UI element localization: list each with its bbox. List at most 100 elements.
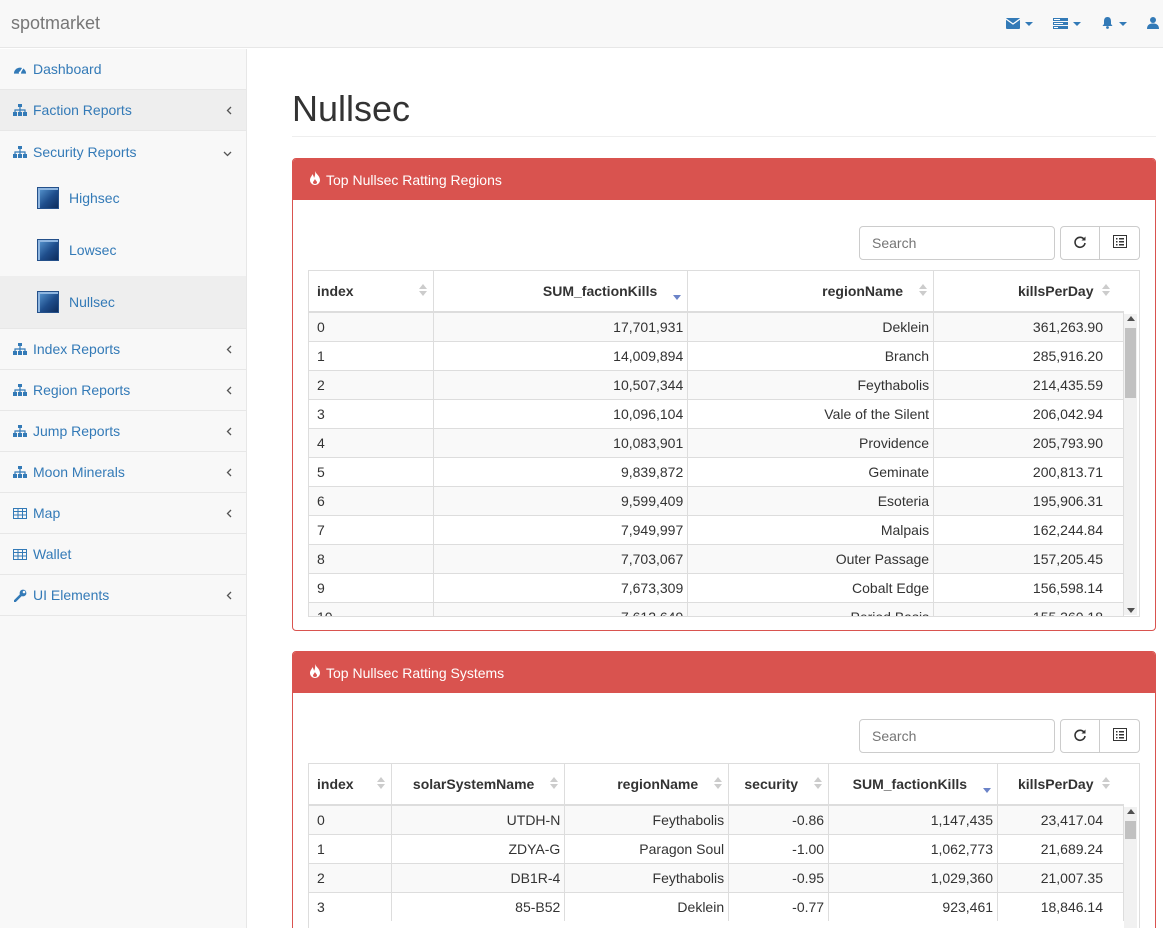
refresh-button[interactable]: [1060, 226, 1100, 260]
column-header-region-name[interactable]: regionName: [687, 271, 935, 313]
chevron-down-icon: [1119, 22, 1127, 26]
table-cell: Branch: [687, 340, 935, 370]
table-row[interactable]: 1 ZDYA-G Paragon Soul -1.00 1,062,773 21,689.…: [309, 833, 1124, 863]
table-cell: 7: [309, 514, 435, 544]
sitemap-icon: [13, 383, 27, 397]
systems-table-container: index solarSystemName regionName securit…: [308, 763, 1140, 928]
table-cell: 195,906.31: [933, 485, 1124, 515]
table-row[interactable]: 1 14,009,894 Branch 285,916.20: [309, 340, 1124, 370]
alerts-dropdown[interactable]: [1101, 16, 1127, 32]
user-dropdown[interactable]: [1147, 16, 1159, 32]
table-cell: 7,703,067: [433, 543, 689, 573]
systems-table: index solarSystemName regionName securit…: [309, 764, 1124, 921]
table-row[interactable]: 0 UTDH-N Feythabolis -0.86 1,147,435 23,417.0…: [309, 804, 1124, 834]
sidebar-item-ui-elements[interactable]: UI Elements: [0, 575, 246, 616]
table-cell: 1: [309, 833, 393, 863]
sidebar-item-jump-reports[interactable]: Jump Reports: [0, 411, 246, 452]
column-header-security[interactable]: security: [728, 764, 830, 806]
table-cell: 10,096,104: [433, 398, 689, 428]
sidebar-item-moon-minerals[interactable]: Moon Minerals: [0, 452, 246, 493]
sidebar-item-wallet[interactable]: Wallet: [0, 534, 246, 575]
table-row[interactable]: 2 10,507,344 Feythabolis 214,435.59: [309, 369, 1124, 399]
table-cell: Outer Passage: [687, 543, 935, 573]
table-cell: Geminate: [687, 456, 935, 486]
sort-desc-icon: [673, 288, 682, 300]
table-row[interactable]: 2 DB1R-4 Feythabolis -0.95 1,029,360 21,007.3…: [309, 862, 1124, 892]
column-header-index[interactable]: index: [309, 764, 393, 806]
table-cell: 2: [309, 862, 393, 892]
sidebar-subitem-highsec[interactable]: Highsec: [0, 172, 246, 224]
scroll-down-icon: [1127, 608, 1135, 613]
table-row[interactable]: 3 85-B52 Deklein -0.77 923,461 18,846.14: [309, 891, 1124, 921]
table-cell: -0.77: [728, 891, 830, 921]
sidebar-subitem-label: Nullsec: [69, 294, 115, 310]
column-header-sum-faction-kills[interactable]: SUM_factionKills: [433, 271, 689, 313]
sidebar-item-security-reports[interactable]: Security Reports: [0, 131, 246, 172]
column-header-label: index: [317, 776, 354, 792]
scrollbar[interactable]: [1124, 807, 1137, 928]
table-cell: Cobalt Edge: [687, 572, 935, 602]
sidebar-item-index-reports[interactable]: Index Reports: [0, 329, 246, 370]
sidebar-item-map[interactable]: Map: [0, 493, 246, 534]
chevron-down-icon: [1073, 22, 1081, 26]
cube-icon: [37, 239, 59, 261]
table-cell: -0.86: [728, 804, 830, 834]
sidebar-item-label: Region Reports: [33, 382, 131, 398]
table-row[interactable]: 8 7,703,067 Outer Passage 157,205.45: [309, 543, 1124, 573]
scrollbar-thumb[interactable]: [1125, 821, 1136, 839]
chevron-left-icon: [226, 341, 232, 357]
table-row[interactable]: 0 17,701,931 Deklein 361,263.90: [309, 311, 1124, 341]
sidebar-item-label: Moon Minerals: [33, 464, 125, 480]
columns-button[interactable]: [1100, 226, 1140, 260]
column-header-index[interactable]: index: [309, 271, 435, 313]
table-row[interactable]: 9 7,673,309 Cobalt Edge 156,598.14: [309, 572, 1124, 602]
column-header-kills-per-day[interactable]: killsPerDay: [933, 271, 1124, 313]
table-cell: 8: [309, 543, 435, 573]
scrollbar-thumb[interactable]: [1125, 328, 1136, 398]
brand-link[interactable]: spotmarket: [11, 13, 100, 34]
refresh-button[interactable]: [1060, 719, 1100, 753]
table-cell: 21,007.35: [997, 862, 1124, 892]
table-cell: 1,062,773: [828, 833, 999, 863]
sidebar-subitem-lowsec[interactable]: Lowsec: [0, 224, 246, 276]
systems-panel-heading: Top Nullsec Ratting Systems: [293, 652, 1155, 693]
table-row[interactable]: 3 10,096,104 Vale of the Silent 206,042.94: [309, 398, 1124, 428]
column-header-solar-system-name[interactable]: solarSystemName: [391, 764, 566, 806]
columns-button[interactable]: [1100, 719, 1140, 753]
table-cell: 162,244.84: [933, 514, 1124, 544]
table-cell: ZDYA-G: [391, 833, 566, 863]
sidebar-subitem-nullsec[interactable]: Nullsec: [0, 276, 246, 328]
table-cell: 0: [309, 804, 393, 834]
search-input[interactable]: [859, 719, 1055, 753]
table-row[interactable]: 4 10,083,901 Providence 205,793.90: [309, 427, 1124, 457]
sort-icon: [377, 777, 386, 789]
column-header-kills-per-day[interactable]: killsPerDay: [997, 764, 1124, 806]
table-cell: 7,673,309: [433, 572, 689, 602]
sitemap-icon: [13, 465, 27, 479]
panel-title: Top Nullsec Ratting Systems: [326, 664, 505, 681]
table-row[interactable]: 7 7,949,997 Malpais 162,244.84: [309, 514, 1124, 544]
chevron-left-icon: [226, 382, 232, 398]
table-cell: 21,689.24: [997, 833, 1124, 863]
sidebar-item-faction-reports[interactable]: Faction Reports: [0, 90, 246, 131]
table-cell: Esoteria: [687, 485, 935, 515]
column-header-sum-faction-kills[interactable]: SUM_factionKills: [828, 764, 999, 806]
table-cell: 10: [309, 601, 435, 616]
table-row[interactable]: 10 7,612,649 Period Basis 155,360.18: [309, 601, 1124, 616]
tasks-dropdown[interactable]: [1053, 16, 1081, 32]
sidebar-item-region-reports[interactable]: Region Reports: [0, 370, 246, 411]
sitemap-icon: [13, 103, 27, 117]
envelope-icon: [1005, 16, 1021, 32]
table-cell: 923,461: [828, 891, 999, 921]
table-cell: 9,599,409: [433, 485, 689, 515]
table-cell: 1,029,360: [828, 862, 999, 892]
sidebar-item-dashboard[interactable]: Dashboard: [0, 49, 246, 90]
table-row[interactable]: 5 9,839,872 Geminate 200,813.71: [309, 456, 1124, 486]
search-input[interactable]: [859, 226, 1055, 260]
column-header-region-name[interactable]: regionName: [564, 764, 730, 806]
messages-dropdown[interactable]: [1005, 16, 1033, 32]
table-row[interactable]: 6 9,599,409 Esoteria 195,906.31: [309, 485, 1124, 515]
scrollbar[interactable]: [1124, 314, 1137, 615]
table-cell: 5: [309, 456, 435, 486]
table-cell: 1,147,435: [828, 804, 999, 834]
